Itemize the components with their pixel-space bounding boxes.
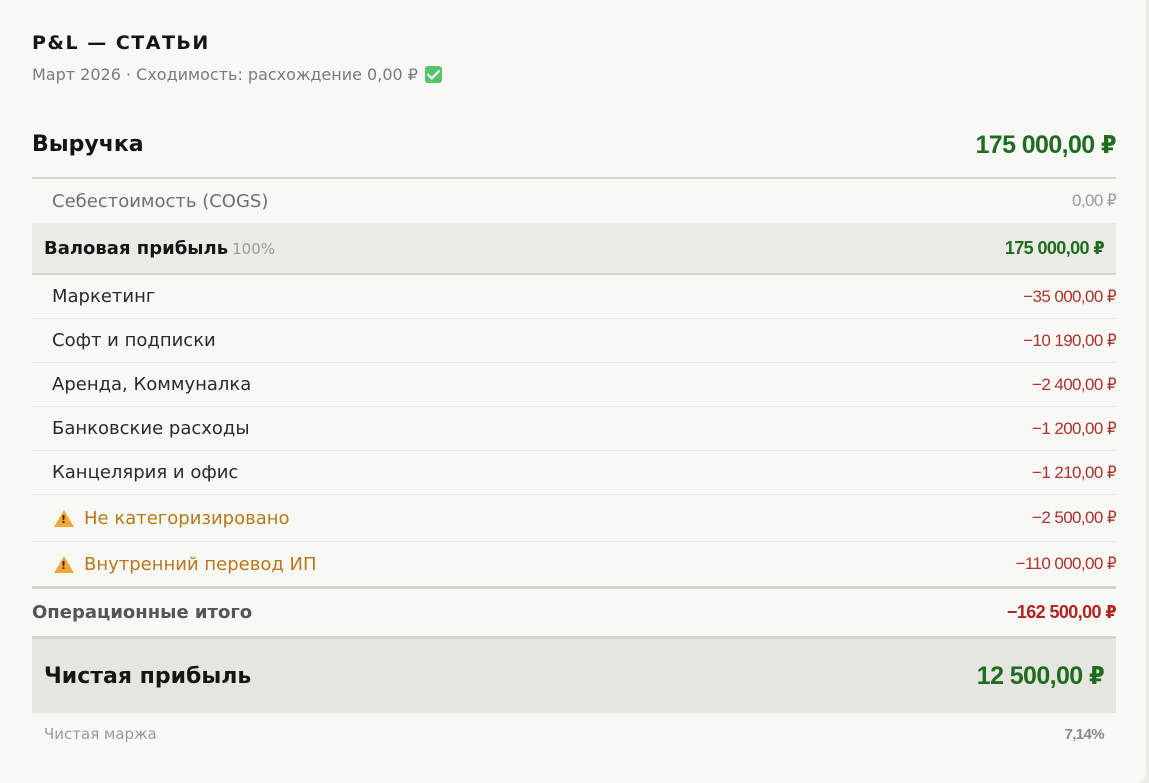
revenue-label: Выручка: [32, 132, 144, 157]
gross-profit-row: Валовая прибыль 100% 175 000,00 ₽: [32, 223, 1116, 275]
cogs-label: Себестоимость (COGS): [52, 190, 269, 212]
cogs-amount: 0,00 ₽: [1072, 191, 1117, 210]
gross-profit-amount: 175 000,00 ₽: [1004, 237, 1105, 258]
expense-row-bank[interactable]: Банковские расходы −1 200,00 ₽: [32, 407, 1117, 451]
expense-amount: −35 000,00 ₽: [1023, 286, 1116, 306]
revenue-amount: 175 000,00 ₽: [975, 130, 1116, 159]
expense-label-text: Не категоризировано: [84, 507, 290, 529]
expense-row-marketing[interactable]: Маркетинг −35 000,00 ₽: [32, 275, 1117, 319]
expense-amount: −1 210,00 ₽: [1032, 462, 1117, 482]
expense-label-text: Внутренний перевод ИП: [84, 553, 317, 575]
net-profit-row: Чистая прибыль 12 500,00 ₽: [32, 639, 1116, 713]
revenue-row: Выручка 175 000,00 ₽: [32, 112, 1117, 179]
expense-label: Банковские расходы: [52, 418, 250, 439]
expense-amount: −2 400,00 ₽: [1032, 374, 1117, 394]
net-profit-amount: 12 500,00 ₽: [976, 662, 1105, 690]
warning-icon: [54, 555, 74, 573]
gross-profit-percent: 100%: [232, 239, 276, 258]
net-margin-label: Чистая маржа: [44, 725, 157, 743]
expense-label: Канцелярия и офис: [52, 462, 239, 483]
operating-total-amount: −162 500,00 ₽: [1006, 602, 1117, 622]
cogs-row: Себестоимость (COGS) 0,00 ₽: [32, 179, 1117, 223]
pnl-subtitle: Март 2026 · Сходимость: расхождение 0,00…: [32, 65, 442, 84]
net-profit-label: Чистая прибыль: [44, 663, 252, 689]
expense-label: Не категоризировано: [52, 508, 290, 529]
expense-row-rent[interactable]: Аренда, Коммуналка −2 400,00 ₽: [32, 363, 1117, 407]
expense-amount: −10 190,00 ₽: [1023, 330, 1116, 350]
warning-icon: [54, 509, 74, 527]
expense-row-uncategorized[interactable]: Не категоризировано −2 500,00 ₽: [32, 495, 1117, 542]
operating-total-label: Операционные итого: [32, 602, 253, 623]
net-margin-value: 7,14%: [1064, 725, 1104, 743]
expense-amount: −110 000,00 ₽: [1015, 554, 1117, 573]
period-reconciliation-text: Март 2026 · Сходимость: расхождение 0,00…: [32, 65, 418, 84]
expense-amount: −1 200,00 ₽: [1032, 418, 1117, 438]
net-margin-row: Чистая маржа 7,14%: [32, 713, 1116, 755]
gross-profit-title: Валовая прибыль: [44, 237, 229, 259]
expense-amount: −2 500,00 ₽: [1032, 508, 1117, 527]
expense-row-office[interactable]: Канцелярия и офис −1 210,00 ₽: [32, 451, 1117, 495]
check-mark-icon: [424, 66, 442, 83]
expense-label: Внутренний перевод ИП: [52, 554, 317, 575]
expense-row-software[interactable]: Софт и подписки −10 190,00 ₽: [32, 319, 1117, 363]
expense-label: Аренда, Коммуналка: [52, 374, 252, 395]
expense-label: Маркетинг: [52, 286, 156, 307]
pnl-title: P&L — СТАТЬИ: [32, 32, 210, 54]
pnl-card: P&L — СТАТЬИ Март 2026 · Сходимость: рас…: [0, 0, 1146, 783]
expense-row-internal-transfer[interactable]: Внутренний перевод ИП −110 000,00 ₽: [32, 542, 1117, 589]
gross-profit-label: Валовая прибыль 100%: [44, 238, 275, 259]
pnl-table: Выручка 175 000,00 ₽ Себестоимость (COGS…: [32, 112, 1117, 755]
expense-label: Софт и подписки: [52, 330, 216, 351]
operating-total-row: Операционные итого −162 500,00 ₽: [32, 589, 1117, 639]
